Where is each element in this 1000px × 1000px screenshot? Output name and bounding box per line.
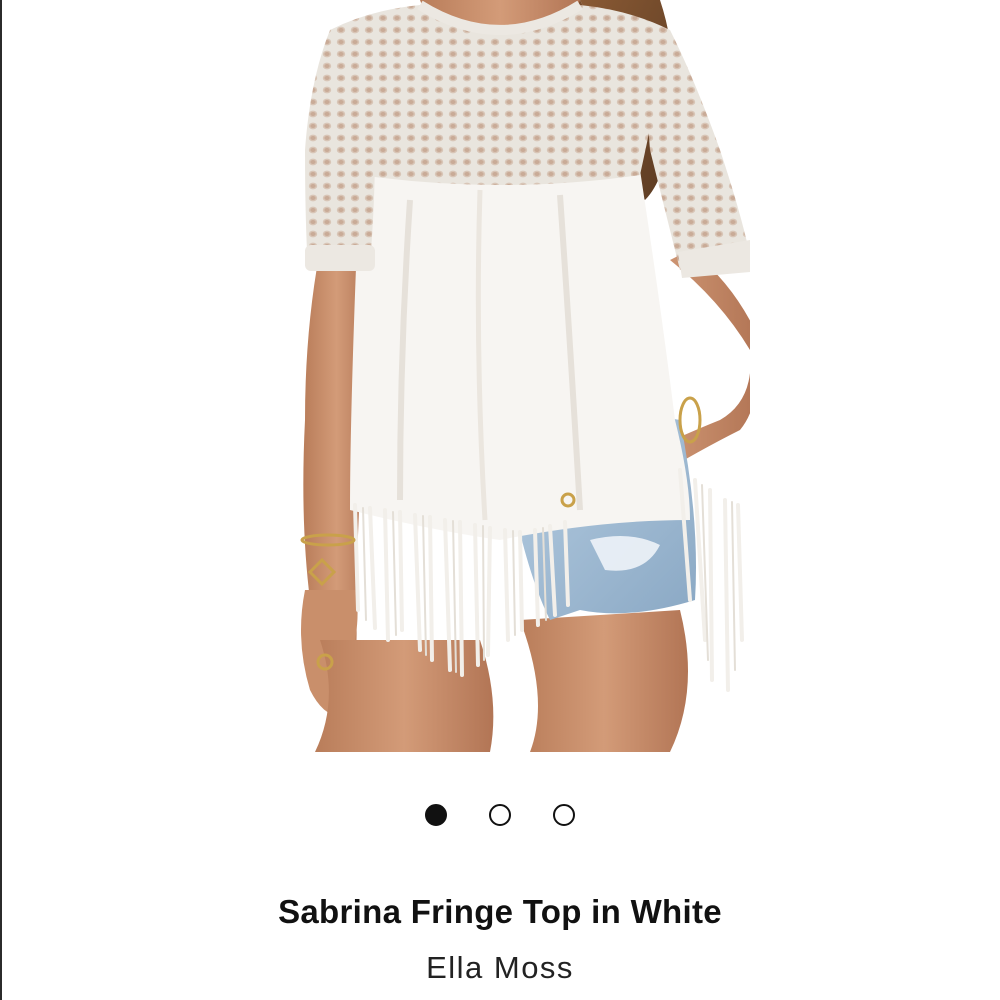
screen-edge-border <box>0 0 2 1000</box>
product-brand[interactable]: Ella Moss <box>0 950 1000 986</box>
carousel-dot-2[interactable] <box>489 804 511 826</box>
carousel-dot-1[interactable] <box>425 804 447 826</box>
carousel-dot-3[interactable] <box>553 804 575 826</box>
product-photo-illustration <box>300 0 750 752</box>
product-title: Sabrina Fringe Top in White <box>278 893 722 930</box>
product-image[interactable] <box>250 0 750 752</box>
image-carousel-indicator <box>0 802 1000 828</box>
